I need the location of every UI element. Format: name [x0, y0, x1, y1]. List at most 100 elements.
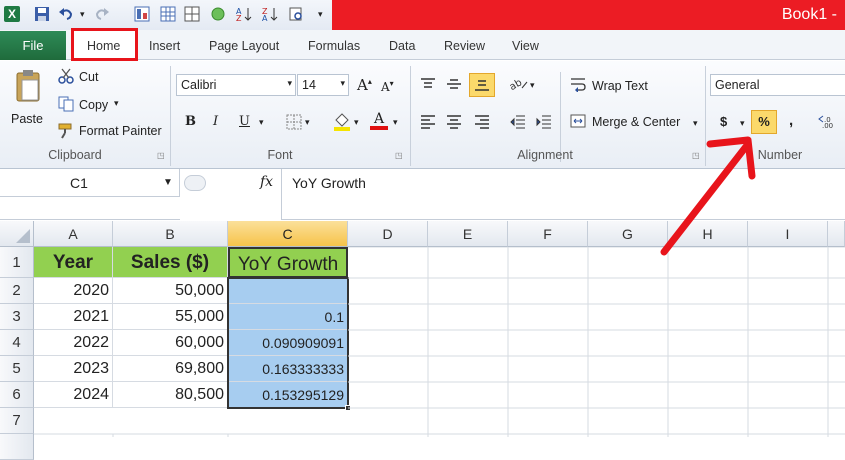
- tab-formulas[interactable]: Formulas: [308, 39, 360, 53]
- name-box-value: C1: [70, 175, 88, 191]
- font-group-label: Font: [267, 148, 293, 162]
- font-color-dropdown-icon[interactable]: ▾: [393, 117, 398, 128]
- name-box[interactable]: C1 ▼: [0, 169, 180, 197]
- paste-icon[interactable]: [14, 70, 42, 107]
- empty-grid-lines: [34, 247, 845, 437]
- format-painter-button[interactable]: Format Painter: [79, 124, 162, 138]
- customize-qat-icon[interactable]: ▾: [318, 9, 326, 25]
- orientation-dropdown-icon[interactable]: ▾: [530, 80, 535, 91]
- grid-icon[interactable]: [184, 6, 200, 22]
- table-icon[interactable]: [160, 6, 176, 22]
- fill-color-dropdown-icon[interactable]: ▾: [354, 117, 359, 128]
- number-format-box[interactable]: General: [710, 74, 845, 96]
- redo-icon[interactable]: [94, 6, 110, 22]
- group-separator: [410, 66, 411, 166]
- sort-za-icon[interactable]: ZA: [262, 6, 278, 23]
- currency-dropdown-icon[interactable]: ▾: [740, 118, 745, 129]
- tab-page-layout[interactable]: Page Layout: [209, 39, 279, 53]
- copy-dropdown-icon[interactable]: ▾: [114, 98, 119, 109]
- column-header-a[interactable]: A: [34, 221, 113, 247]
- save-icon[interactable]: [34, 6, 50, 22]
- tab-view[interactable]: View: [512, 39, 539, 53]
- italic-button[interactable]: I: [213, 114, 218, 129]
- font-size-box[interactable]: 14 ▾: [297, 74, 349, 96]
- align-right-icon[interactable]: [474, 115, 490, 132]
- tab-review[interactable]: Review: [444, 39, 485, 53]
- print-preview-icon[interactable]: [288, 6, 304, 22]
- svg-text:.00: .00: [822, 122, 833, 128]
- row-header-2[interactable]: 2: [0, 278, 34, 304]
- circle-icon[interactable]: [210, 6, 226, 22]
- shrink-font-icon[interactable]: A▾: [381, 79, 394, 94]
- font-name-dropdown-icon[interactable]: ▾: [287, 78, 292, 89]
- formula-input[interactable]: YoY Growth: [292, 175, 366, 191]
- copy-icon[interactable]: [58, 96, 74, 115]
- paste-button[interactable]: Paste: [11, 112, 43, 126]
- number-group-label: Number: [757, 148, 803, 162]
- grow-font-icon[interactable]: A▴: [357, 76, 372, 94]
- align-top-icon[interactable]: [420, 78, 436, 95]
- orientation-icon[interactable]: ab: [508, 76, 529, 95]
- row-header-3[interactable]: 3: [0, 304, 34, 330]
- column-header-e[interactable]: E: [428, 221, 508, 247]
- font-size-dropdown-icon[interactable]: ▾: [340, 78, 345, 89]
- tab-file[interactable]: File: [0, 31, 66, 60]
- underline-button[interactable]: U: [239, 114, 250, 129]
- column-header-d[interactable]: D: [348, 221, 428, 247]
- undo-dropdown-icon[interactable]: ▾: [80, 9, 88, 25]
- row-header-4[interactable]: 4: [0, 330, 34, 356]
- column-header-i[interactable]: I: [748, 221, 828, 247]
- row-header-7[interactable]: 7: [0, 408, 34, 434]
- formula-options-icon[interactable]: [184, 175, 206, 191]
- wrap-text-button[interactable]: Wrap Text: [592, 79, 648, 93]
- align-center-icon[interactable]: [446, 115, 462, 132]
- align-left-icon[interactable]: [420, 115, 436, 132]
- formula-controls: fx: [180, 169, 282, 220]
- currency-button[interactable]: $: [720, 114, 727, 129]
- row-header-8[interactable]: [0, 434, 34, 460]
- sort-az-icon[interactable]: AZ: [236, 6, 252, 23]
- scissors-icon[interactable]: [58, 68, 74, 87]
- bold-button[interactable]: B: [185, 114, 196, 129]
- merge-center-button[interactable]: Merge & Center: [592, 115, 680, 129]
- borders-icon[interactable]: [286, 114, 302, 133]
- number-format-value: General: [715, 78, 760, 92]
- pivot-icon[interactable]: [134, 6, 150, 22]
- row-header-5[interactable]: 5: [0, 356, 34, 382]
- merge-dropdown-icon[interactable]: ▾: [693, 118, 698, 129]
- insert-function-icon[interactable]: fx: [260, 174, 273, 190]
- merge-center-icon[interactable]: [570, 114, 586, 131]
- align-middle-icon[interactable]: [446, 78, 462, 95]
- increase-decimal-icon[interactable]: .0.00: [818, 114, 838, 131]
- tab-home[interactable]: Home: [87, 39, 120, 53]
- borders-dropdown-icon[interactable]: ▾: [305, 117, 310, 128]
- select-all-corner[interactable]: [0, 221, 34, 247]
- column-header-j[interactable]: [828, 221, 845, 247]
- increase-indent-icon[interactable]: [536, 115, 552, 132]
- fill-color-icon[interactable]: [333, 111, 351, 134]
- alignment-group-label: Alignment: [517, 148, 573, 162]
- column-header-b[interactable]: B: [113, 221, 228, 247]
- copy-button[interactable]: Copy: [79, 98, 108, 112]
- decrease-indent-icon[interactable]: [510, 115, 526, 132]
- group-separator: [170, 66, 171, 166]
- undo-icon[interactable]: [58, 6, 74, 22]
- row-header-1[interactable]: 1: [0, 247, 34, 278]
- wrap-text-icon[interactable]: [570, 78, 586, 95]
- column-header-f[interactable]: F: [508, 221, 588, 247]
- cut-button[interactable]: Cut: [79, 70, 98, 84]
- row-header-6[interactable]: 6: [0, 382, 34, 408]
- tab-data[interactable]: Data: [389, 39, 415, 53]
- clipboard-launcher-icon[interactable]: ◳: [157, 151, 165, 160]
- font-name-box[interactable]: Calibri ▾: [176, 74, 296, 96]
- comma-style-button[interactable]: ,: [789, 112, 793, 129]
- annotation-arrow: [660, 136, 756, 256]
- column-header-c[interactable]: C: [228, 221, 348, 247]
- align-bottom-button[interactable]: [469, 73, 495, 97]
- font-launcher-icon[interactable]: ◳: [395, 151, 403, 160]
- tab-insert[interactable]: Insert: [149, 39, 180, 53]
- font-color-icon[interactable]: A: [370, 111, 388, 130]
- underline-dropdown-icon[interactable]: ▾: [259, 117, 264, 128]
- format-painter-icon[interactable]: [58, 123, 74, 142]
- name-box-dropdown-icon[interactable]: ▼: [163, 177, 173, 188]
